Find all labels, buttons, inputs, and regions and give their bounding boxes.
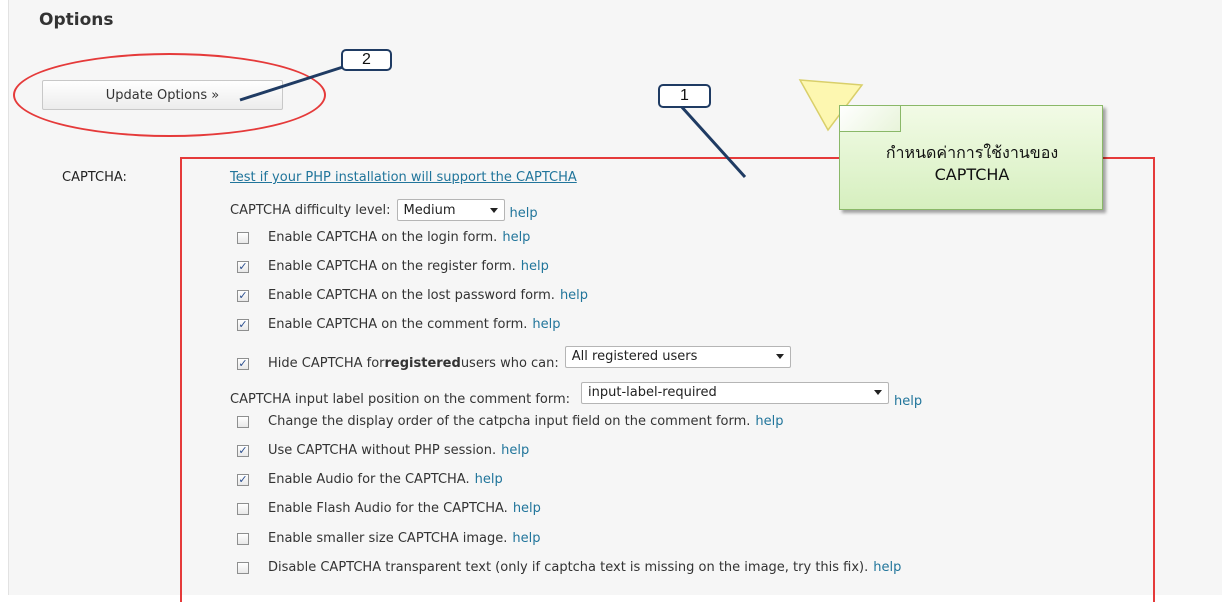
annotation-pointers <box>239 65 864 179</box>
callout-line-1: กำหนดค่าการใช้งานของ <box>885 143 1059 162</box>
annotation-badge-1: 1 <box>658 84 711 108</box>
callout-text: กำหนดค่าการใช้งานของ CAPTCHA <box>840 142 1104 186</box>
pointer-line-1 <box>678 103 747 179</box>
pointer-line-2 <box>239 65 344 102</box>
callout-line-2: CAPTCHA <box>934 165 1010 184</box>
callout-fold <box>840 106 901 132</box>
annotation-badge-2: 2 <box>341 49 392 71</box>
callout-note: กำหนดค่าการใช้งานของ CAPTCHA <box>839 105 1103 210</box>
